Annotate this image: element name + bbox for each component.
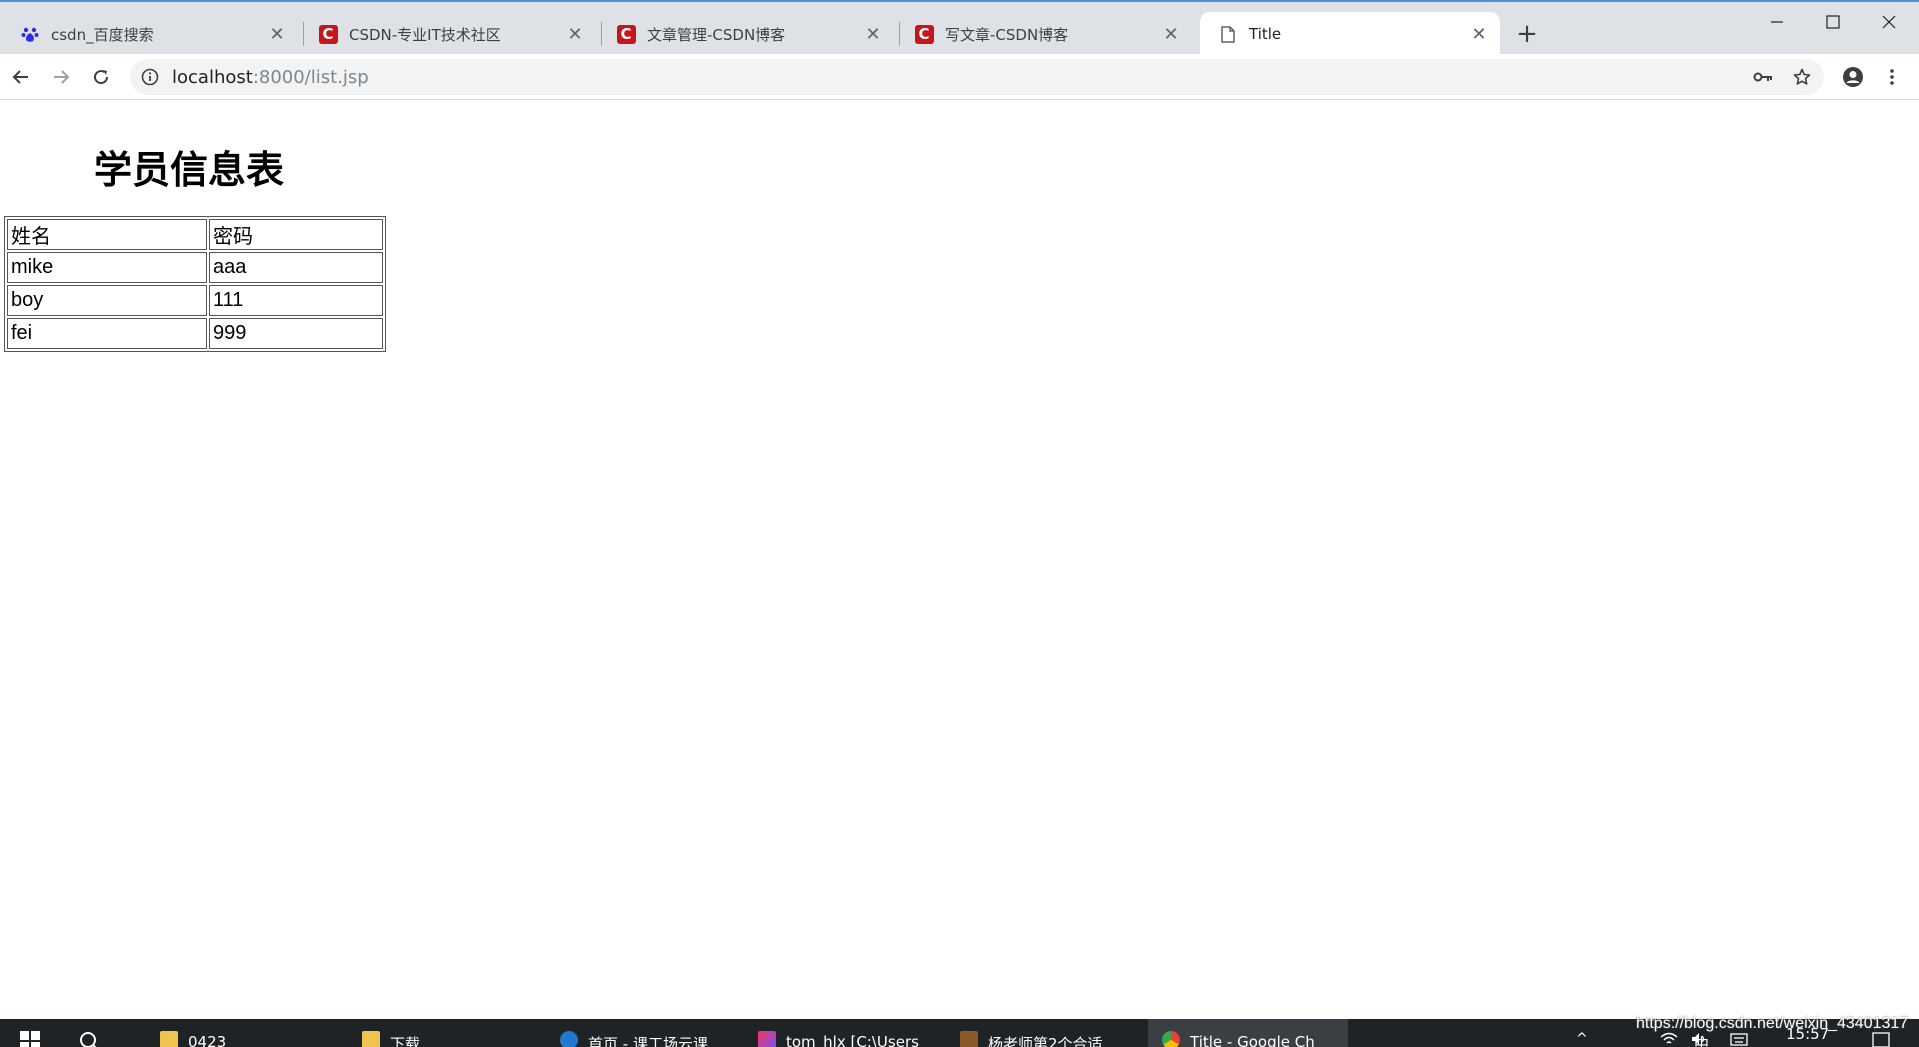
key-icon[interactable] bbox=[1746, 59, 1780, 95]
reload-icon bbox=[94, 70, 109, 85]
folder-icon bbox=[362, 1031, 380, 1047]
reload-button[interactable] bbox=[84, 60, 118, 94]
watermark-url: https://blog.csdn.net/weixin_43401317 bbox=[1636, 1015, 1909, 1032]
start-button[interactable] bbox=[20, 1019, 40, 1047]
close-icon[interactable]: ✕ bbox=[266, 23, 288, 45]
taskbar-item-intellij[interactable]: tom_hlx [C:\Users bbox=[758, 1019, 948, 1047]
windows-logo-icon bbox=[20, 1031, 40, 1047]
table-header-row: 姓名 密码 bbox=[7, 219, 383, 250]
csdn-logo-icon: C bbox=[616, 24, 636, 44]
taskbar-item-label: 下载 bbox=[390, 1035, 421, 1047]
tab-article-management[interactable]: C 文章管理-CSDN博客 ✕ bbox=[598, 12, 894, 56]
taskbar-item-folder-0423[interactable]: 0423 bbox=[160, 1019, 350, 1047]
minimize-button[interactable] bbox=[1749, 4, 1805, 40]
table-row: fei 999 bbox=[7, 318, 383, 349]
search-button[interactable] bbox=[78, 1019, 100, 1047]
folder-icon bbox=[160, 1031, 178, 1047]
taskbar-item-label: Title - Google Ch bbox=[1190, 1033, 1315, 1047]
page-content: 学员信息表 姓名 密码 mike aaa boy 111 fei 999 bbox=[0, 101, 1919, 1019]
close-window-button[interactable] bbox=[1861, 4, 1917, 40]
taskbar-item-label: 杨老师第2个合适 bbox=[988, 1035, 1103, 1047]
close-icon[interactable]: ✕ bbox=[1468, 23, 1490, 45]
edge-icon bbox=[560, 1031, 578, 1047]
forward-button[interactable] bbox=[44, 60, 78, 94]
tab-title: 文章管理-CSDN博客 bbox=[647, 25, 786, 44]
tab-strip: csdn_百度搜索 ✕ C CSDN-专业IT技术社区 ✕ C 文章管理-CSD… bbox=[0, 0, 1919, 56]
tray-chevron-icon[interactable]: ^ bbox=[1576, 1019, 1588, 1047]
tab-title: CSDN-专业IT技术社区 bbox=[349, 25, 501, 44]
tab-write-article[interactable]: C 写文章-CSDN博客 ✕ bbox=[896, 12, 1192, 56]
menu-kebab-icon[interactable] bbox=[1875, 60, 1909, 94]
table-header-cell: 姓名 bbox=[7, 219, 207, 250]
table-row: mike aaa bbox=[7, 252, 383, 283]
taskbar-item-folder-downloads[interactable]: 下载 bbox=[362, 1019, 552, 1047]
document-icon bbox=[1218, 24, 1238, 44]
back-button[interactable] bbox=[4, 60, 38, 94]
student-info-table: 姓名 密码 mike aaa boy 111 fei 999 bbox=[4, 216, 386, 352]
taskbar-item-label: tom_hlx [C:\Users bbox=[786, 1033, 919, 1047]
table-row: boy 111 bbox=[7, 285, 383, 316]
csdn-logo-icon: C bbox=[914, 24, 934, 44]
table-cell: 999 bbox=[209, 318, 383, 349]
browser-window: csdn_百度搜索 ✕ C CSDN-专业IT技术社区 ✕ C 文章管理-CSD… bbox=[0, 0, 1919, 1047]
search-icon bbox=[80, 1032, 97, 1047]
info-icon[interactable] bbox=[140, 67, 160, 87]
app-icon bbox=[960, 1031, 978, 1047]
tab-baidu-search[interactable]: csdn_百度搜索 ✕ bbox=[2, 12, 298, 56]
browser-toolbar: localhost:8000/list.jsp bbox=[0, 54, 1919, 100]
baidu-paw-icon bbox=[20, 24, 40, 44]
close-icon[interactable]: ✕ bbox=[564, 23, 586, 45]
tab-csdn-community[interactable]: C CSDN-专业IT技术社区 ✕ bbox=[300, 12, 596, 56]
windows-taskbar: 0423 下载 首页 - 课工场云课 tom_hlx [C:\Users 杨老师… bbox=[0, 1019, 1919, 1047]
ime-label: 中 bbox=[1694, 1035, 1710, 1047]
tab-title: csdn_百度搜索 bbox=[51, 25, 154, 44]
url-path: :8000/list.jsp bbox=[252, 66, 369, 88]
csdn-logo-icon: C bbox=[318, 24, 338, 44]
close-icon[interactable]: ✕ bbox=[1160, 23, 1182, 45]
tab-title-active[interactable]: Title ✕ bbox=[1200, 12, 1500, 56]
taskbar-item-edge[interactable]: 首页 - 课工场云课 bbox=[560, 1019, 750, 1047]
tab-title: 写文章-CSDN博客 bbox=[945, 25, 1069, 44]
close-icon[interactable]: ✕ bbox=[862, 23, 884, 45]
taskbar-item-label: 首页 - 课工场云课 bbox=[588, 1035, 708, 1047]
table-cell: 111 bbox=[209, 285, 383, 316]
page-heading: 学员信息表 bbox=[94, 148, 285, 192]
taskbar-item-app[interactable]: 杨老师第2个合适 bbox=[960, 1019, 1150, 1047]
profile-avatar-icon[interactable] bbox=[1836, 60, 1870, 94]
url-host: localhost bbox=[172, 66, 253, 88]
table-header-cell: 密码 bbox=[209, 219, 383, 250]
bookmark-star-icon[interactable] bbox=[1785, 59, 1819, 95]
table-cell: fei bbox=[7, 318, 207, 349]
taskbar-item-label: 0423 bbox=[188, 1033, 227, 1047]
taskbar-item-chrome[interactable]: Title - Google Ch bbox=[1148, 1019, 1348, 1047]
back-arrow-icon bbox=[12, 70, 28, 84]
forward-arrow-icon bbox=[54, 70, 70, 84]
table-cell: aaa bbox=[209, 252, 383, 283]
address-bar[interactable]: localhost:8000/list.jsp bbox=[130, 59, 1824, 95]
table-cell: boy bbox=[7, 285, 207, 316]
new-tab-button[interactable]: + bbox=[1512, 19, 1542, 49]
chrome-icon bbox=[1162, 1031, 1180, 1047]
table-cell: mike bbox=[7, 252, 207, 283]
maximize-button[interactable] bbox=[1805, 4, 1861, 40]
intellij-icon bbox=[758, 1031, 776, 1047]
tab-title: Title bbox=[1249, 25, 1282, 43]
